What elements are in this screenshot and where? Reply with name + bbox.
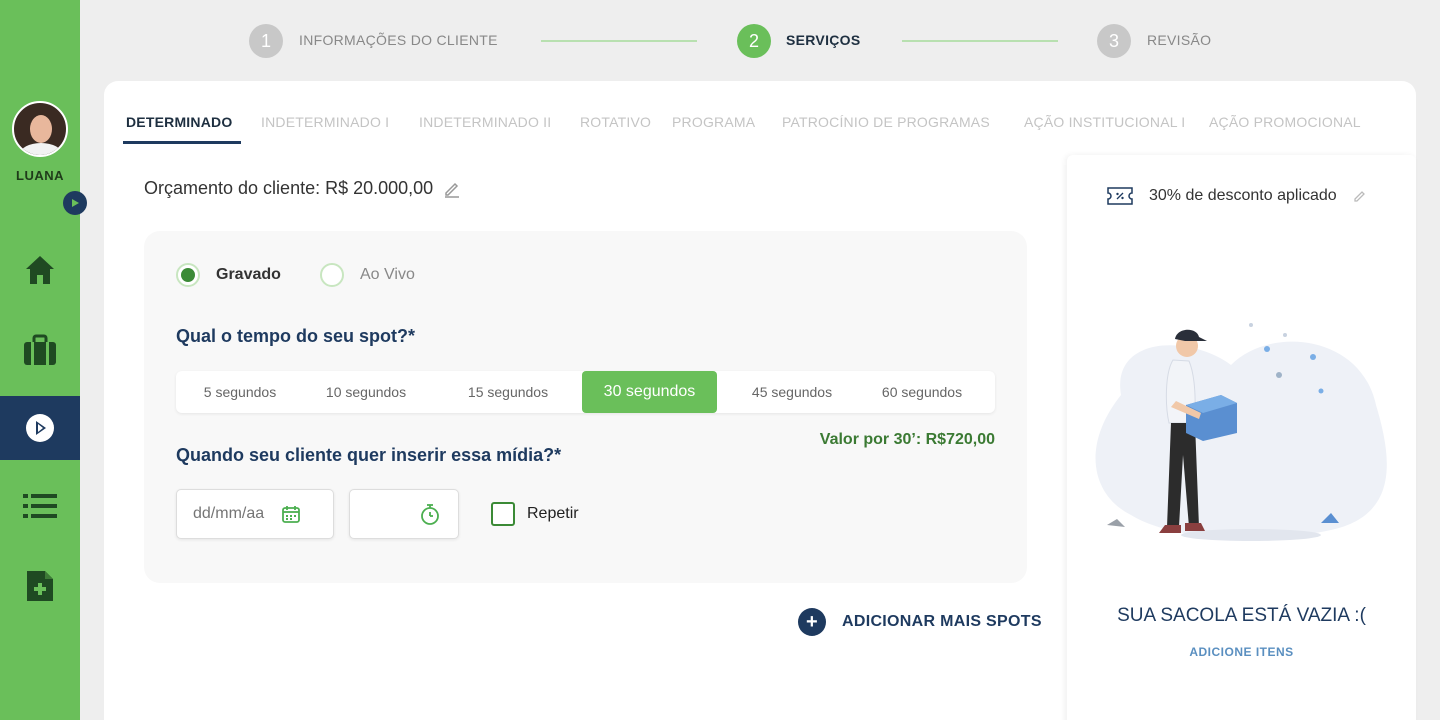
briefcase-icon	[24, 334, 56, 365]
repeat-option[interactable]: Repetir	[491, 502, 579, 526]
date-question: Quando seu cliente quer inserir essa míd…	[176, 445, 562, 465]
step-1-label[interactable]: INFORMAÇÕES DO CLIENTE	[299, 32, 498, 48]
add-more-spots-label: ADICIONAR MAIS SPOTS	[842, 613, 1042, 630]
date-field[interactable]	[176, 489, 334, 539]
duration-45s[interactable]: 45 segundos	[726, 371, 858, 413]
radio-gravado[interactable]: Gravado	[176, 263, 281, 287]
step-3-circle: 3	[1097, 24, 1131, 58]
repeat-checkbox[interactable]	[491, 502, 515, 526]
tab-acao-promocional[interactable]: AÇÃO PROMOCIONAL	[1209, 114, 1361, 130]
step-3-label[interactable]: REVISÃO	[1147, 32, 1211, 48]
tab-indeterminado-2[interactable]: INDETERMINADO II	[419, 114, 551, 130]
expand-sidebar-button[interactable]	[63, 191, 87, 215]
step-1-circle: 1	[249, 24, 283, 58]
tab-rotativo[interactable]: ROTATIVO	[580, 114, 651, 130]
duration-5s[interactable]: 5 segundos	[176, 371, 304, 413]
client-budget-label: Orçamento do cliente: R$ 20.000,00	[144, 178, 434, 198]
radio-gravado-label: Gravado	[216, 266, 281, 283]
home-icon	[26, 256, 54, 284]
nav-media[interactable]	[0, 396, 80, 460]
tab-acao-institucional[interactable]: AÇÃO INSTITUCIONAL I	[1024, 114, 1185, 130]
radio-ao-vivo-label: Ao Vivo	[360, 266, 415, 283]
spot-form-panel: Gravado Ao Vivo Qual o tempo do seu spot…	[144, 231, 1027, 583]
edit-budget-icon[interactable]	[443, 180, 461, 198]
duration-question: Qual o tempo do seu spot?*	[176, 326, 416, 346]
duration-30s[interactable]: 30 segundos	[582, 371, 717, 413]
radio-ao-vivo[interactable]: Ao Vivo	[320, 263, 415, 287]
duration-60s[interactable]: 60 segundos	[858, 371, 986, 413]
avatar[interactable]	[12, 101, 68, 157]
shopping-bag-panel: 30% de desconto aplicado SUA SACOLA ESTÁ…	[1067, 155, 1416, 720]
discount-info: 30% de desconto aplicado	[1107, 187, 1367, 205]
list-icon	[23, 494, 57, 518]
stepper: 1 INFORMAÇÕES DO CLIENTE 2 SERVIÇOS 3 RE…	[0, 0, 1440, 80]
tab-indeterminado-1[interactable]: INDETERMINADO I	[261, 114, 389, 130]
duration-10s[interactable]: 10 segundos	[304, 371, 428, 413]
time-field[interactable]	[349, 489, 459, 539]
duration-selector: 5 segundos 10 segundos 15 segundos 30 se…	[176, 371, 995, 413]
user-name: LUANA	[16, 168, 64, 183]
step-connector	[902, 40, 1058, 42]
radio-unchecked-icon	[320, 263, 344, 287]
date-input[interactable]	[177, 505, 277, 523]
tab-programa[interactable]: PROGRAMA	[672, 114, 755, 130]
services-card: DETERMINADO INDETERMINADO I INDETERMINAD…	[104, 81, 1416, 720]
add-items-link[interactable]: ADICIONE ITENS	[1067, 645, 1416, 659]
tab-determinado[interactable]: DETERMINADO	[126, 114, 232, 130]
step-2-circle: 2	[737, 24, 771, 58]
nav-add-document[interactable]	[0, 554, 80, 618]
step-2-label[interactable]: SERVIÇOS	[786, 32, 861, 48]
empty-bag-illustration	[1095, 323, 1387, 541]
ticket-icon	[1107, 187, 1133, 205]
empty-bag-title: SUA SACOLA ESTÁ VAZIA :(	[1117, 605, 1366, 626]
add-more-spots-button[interactable]: + ADICIONAR MAIS SPOTS	[798, 608, 1042, 636]
tab-patrocinio[interactable]: PATROCÍNIO DE PROGRAMAS	[782, 114, 990, 130]
discount-text: 30% de desconto aplicado	[1149, 187, 1337, 204]
repeat-label: Repetir	[527, 505, 579, 522]
timer-icon[interactable]	[420, 503, 440, 525]
active-tab-indicator	[123, 141, 241, 144]
play-circle-icon	[26, 414, 54, 442]
step-connector	[541, 40, 697, 42]
nav-home[interactable]	[0, 238, 80, 302]
calendar-icon[interactable]	[281, 504, 301, 524]
duration-15s[interactable]: 15 segundos	[436, 371, 580, 413]
radio-checked-icon	[176, 263, 200, 287]
client-budget: Orçamento do cliente: R$ 20.000,00	[144, 178, 461, 199]
add-document-icon	[27, 571, 53, 601]
play-icon	[72, 199, 79, 207]
edit-discount-icon[interactable]	[1353, 189, 1367, 203]
price-per-spot: Valor por 30’: R$720,00	[819, 431, 995, 448]
nav-briefcase[interactable]	[0, 318, 80, 382]
plus-icon: +	[798, 608, 826, 636]
nav-list[interactable]	[0, 474, 80, 538]
sidebar: LUANA	[0, 0, 87, 720]
